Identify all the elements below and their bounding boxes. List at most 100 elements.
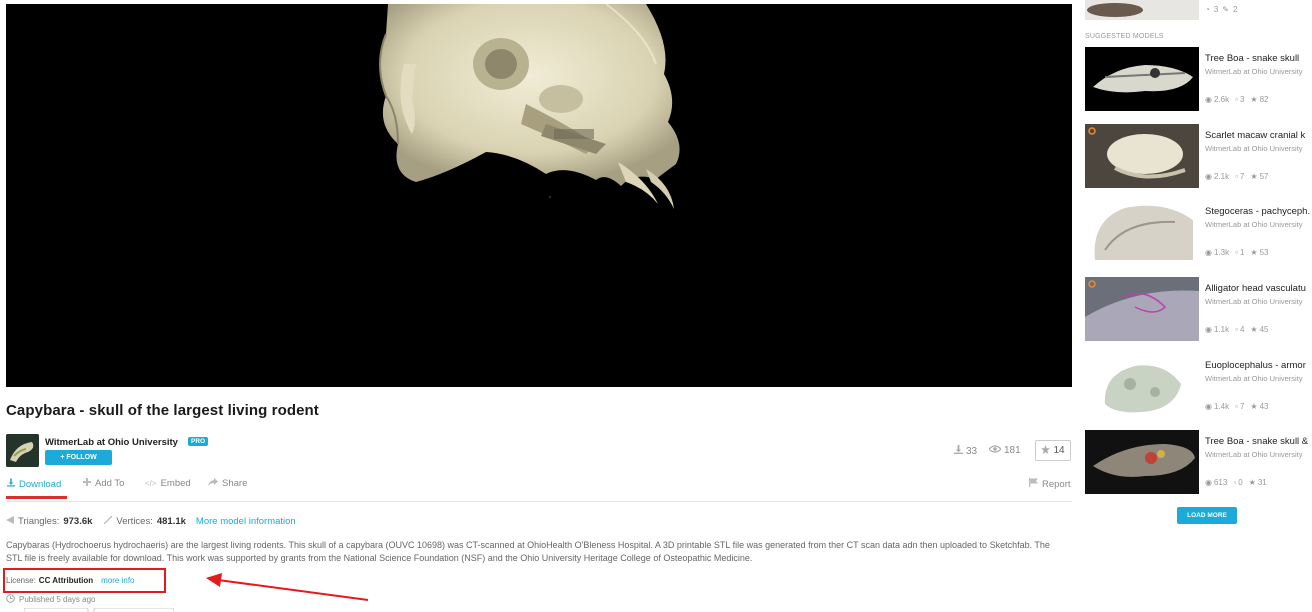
eye-icon: ◉: [1205, 325, 1212, 334]
prev-comments: 2: [1233, 5, 1238, 14]
previous-item-thumbnail[interactable]: [1085, 0, 1199, 20]
star-icon: [1041, 444, 1051, 457]
suggested-item[interactable]: Scarlet macaw cranial k WitmerLab at Ohi…: [1085, 124, 1312, 188]
views: 1.3k: [1213, 248, 1230, 257]
suggested-author[interactable]: WitmerLab at Ohio University: [1205, 67, 1312, 76]
comment-icon: ▫: [1235, 95, 1238, 104]
eye-icon: [988, 445, 1002, 456]
view-count-value: 181: [1004, 445, 1021, 456]
comment-icon: ▫: [1235, 325, 1238, 334]
suggested-title[interactable]: Alligator head vasculatu: [1205, 283, 1312, 294]
vertices-value: 481.1k: [156, 516, 186, 527]
clock-icon: [6, 594, 15, 605]
published-row: Published 5 days ago: [6, 594, 96, 605]
model-viewer[interactable]: [6, 4, 1072, 387]
suggested-thumbnail[interactable]: [1085, 277, 1199, 341]
comments: 1: [1239, 248, 1245, 257]
eye-icon: ◉: [1205, 95, 1212, 104]
load-more-button[interactable]: LOAD MORE: [1177, 507, 1237, 524]
likes: 57: [1259, 172, 1269, 181]
triangles-value: 973.6k: [63, 516, 93, 527]
vertices-label: Vertices:: [116, 516, 153, 527]
suggested-author[interactable]: WitmerLab at Ohio University: [1205, 220, 1312, 229]
author-avatar[interactable]: [6, 434, 39, 467]
report-button[interactable]: Report: [1029, 478, 1071, 490]
eye-icon: ◉: [1205, 172, 1212, 181]
suggested-thumbnail[interactable]: [1085, 124, 1199, 188]
suggested-author[interactable]: WitmerLab at Ohio University: [1205, 450, 1312, 459]
star-icon: ★: [1250, 172, 1258, 181]
eye-icon: ◉: [1205, 402, 1212, 411]
suggested-title[interactable]: Tree Boa - snake skull &: [1205, 436, 1312, 447]
suggested-item[interactable]: Tree Boa - snake skull & WitmerLab at Oh…: [1085, 430, 1312, 494]
view-count: 181: [988, 445, 1021, 456]
suggested-title[interactable]: Euoplocephalus - armor: [1205, 360, 1312, 371]
heart-icon: ◔: [1205, 5, 1210, 14]
views: 613: [1213, 478, 1228, 487]
star-icon: ★: [1250, 95, 1258, 104]
suggested-thumbnail[interactable]: [1085, 47, 1199, 111]
suggested-title[interactable]: Stegoceras - pachyceph.: [1205, 206, 1312, 217]
download-button[interactable]: Download: [7, 478, 61, 490]
code-icon: </>: [145, 479, 157, 488]
model-description: Capybaras (Hydrochoerus hydrochaeris) ar…: [6, 540, 1050, 563]
pro-badge: PRO: [188, 437, 209, 446]
suggested-item[interactable]: Tree Boa - snake skull WitmerLab at Ohio…: [1085, 47, 1312, 111]
suggested-thumbnail[interactable]: [1085, 430, 1199, 494]
suggested-item[interactable]: Stegoceras - pachyceph. WitmerLab at Ohi…: [1085, 200, 1312, 264]
suggested-author[interactable]: WitmerLab at Ohio University: [1205, 144, 1312, 153]
suggested-author[interactable]: WitmerLab at Ohio University: [1205, 374, 1312, 383]
suggested-author[interactable]: WitmerLab at Ohio University: [1205, 297, 1312, 306]
like-count: 14: [1053, 445, 1065, 456]
suggested-thumbnail[interactable]: [1085, 354, 1199, 418]
likes: 82: [1259, 95, 1269, 104]
add-to-label: Add To: [95, 478, 125, 489]
download-icon: [954, 445, 963, 457]
suggested-item[interactable]: Euoplocephalus - armor WitmerLab at Ohio…: [1085, 354, 1312, 418]
prev-likes: 3: [1213, 5, 1219, 14]
model-info-row: Triangles: 973.6k Vertices: 481.1k More …: [6, 514, 296, 527]
suggested-stats: ◉ 2.6k ▫ 3 ★ 82: [1205, 95, 1268, 104]
tag-buttons-partial: [24, 608, 174, 612]
download-count: 33: [954, 445, 977, 457]
suggested-stats: ◉ 1.3k ▫ 1 ★ 53: [1205, 248, 1268, 257]
comments: 7: [1239, 402, 1245, 411]
follow-button[interactable]: + FOLLOW: [45, 450, 112, 465]
published-date: Published 5 days ago: [19, 595, 96, 604]
share-label: Share: [222, 478, 248, 489]
vertex-icon: [103, 514, 114, 527]
eye-icon: ◉: [1205, 478, 1212, 487]
plus-icon: [83, 478, 91, 489]
download-count-value: 33: [966, 445, 978, 457]
eye-icon: ◉: [1205, 248, 1212, 257]
more-model-info-link[interactable]: More model information: [196, 516, 296, 527]
comment-icon: ▫: [1235, 248, 1238, 257]
share-button[interactable]: Share: [208, 478, 247, 489]
suggested-title[interactable]: Scarlet macaw cranial k: [1205, 130, 1312, 141]
suggested-models-heading: SUGGESTED MODELS: [1085, 33, 1164, 40]
star-icon: ★: [1248, 478, 1256, 487]
triangle-icon: [6, 516, 14, 527]
comments: 0: [1238, 478, 1243, 487]
views: 2.1k: [1213, 172, 1230, 181]
add-to-button[interactable]: Add To: [83, 478, 124, 489]
report-label: Report: [1042, 478, 1071, 490]
like-button[interactable]: 14: [1035, 440, 1071, 461]
author-name[interactable]: WitmerLab at Ohio University: [45, 437, 178, 448]
capybara-skull-render: [379, 4, 680, 209]
download-highlight-underline: [6, 496, 67, 499]
star-icon: ★: [1250, 248, 1258, 257]
download-icon: [7, 478, 15, 490]
suggested-stats: ◉ 613 ▫ 0 ★ 31: [1205, 478, 1267, 487]
views: 2.6k: [1213, 95, 1230, 104]
suggested-title[interactable]: Tree Boa - snake skull: [1205, 53, 1312, 64]
suggested-item[interactable]: Alligator head vasculatu WitmerLab at Oh…: [1085, 277, 1312, 341]
embed-button[interactable]: </> Embed: [145, 478, 191, 489]
comment-icon: ▫: [1235, 172, 1238, 181]
comment-icon: ▫: [1235, 402, 1238, 411]
likes: 31: [1257, 478, 1267, 487]
triangles-label: Triangles:: [18, 516, 60, 527]
suggested-stats: ◉ 2.1k ▫ 7 ★ 57: [1205, 172, 1268, 181]
star-icon: ★: [1250, 402, 1258, 411]
suggested-thumbnail[interactable]: [1085, 200, 1199, 264]
